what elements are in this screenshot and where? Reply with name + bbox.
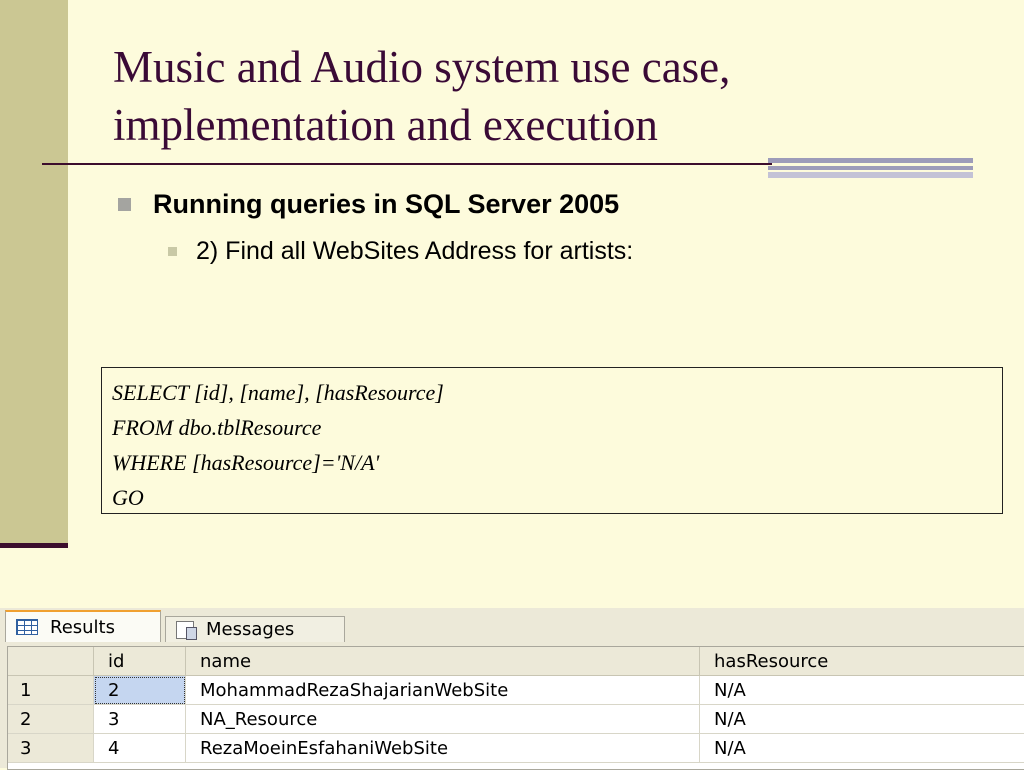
small-square-bullet-icon (168, 247, 177, 256)
left-decorative-band (0, 0, 68, 544)
sql-line: FROM dbo.tblResource (112, 415, 322, 440)
table-row[interactable]: 3 4 RezaMoeinEsfahaniWebSite N/A (8, 734, 1024, 763)
header-cell-name[interactable]: name (186, 647, 700, 676)
title-line-2: implementation and execution (113, 100, 658, 150)
row-number[interactable]: 2 (8, 705, 94, 734)
tab-messages-label: Messages (206, 619, 295, 640)
title-line-1: Music and Audio system use case, (113, 42, 731, 92)
slide-title: Music and Audio system use case, impleme… (113, 38, 993, 154)
table-row[interactable]: 2 3 NA_Resource N/A (8, 705, 1024, 734)
sql-query-box: SELECT [id], [name], [hasResource] FROM … (101, 367, 1003, 514)
tab-results-label: Results (50, 616, 115, 638)
bullet-level-1-text: Running queries in SQL Server 2005 (153, 189, 620, 219)
cell-name[interactable]: RezaMoeinEsfahaniWebSite (186, 734, 700, 763)
cell-id[interactable]: 2 (94, 676, 186, 705)
results-tabs: Results Messages (0, 608, 1024, 642)
messages-icon (176, 620, 197, 640)
title-underline (42, 163, 772, 165)
results-panel: Results Messages id name hasResource 1 2… (0, 608, 1024, 770)
row-number[interactable]: 3 (8, 734, 94, 763)
cell-name[interactable]: NA_Resource (186, 705, 700, 734)
bullet-level-1: Running queries in SQL Server 2005 (118, 189, 619, 220)
header-cell-rownum (8, 647, 94, 676)
header-cell-id[interactable]: id (94, 647, 186, 676)
tab-results[interactable]: Results (5, 610, 161, 642)
table-row[interactable]: 1 2 MohammadRezaShajarianWebSite N/A (8, 676, 1024, 705)
row-number[interactable]: 1 (8, 676, 94, 705)
cell-hasresource[interactable]: N/A (700, 734, 1024, 763)
cell-hasresource[interactable]: N/A (700, 705, 1024, 734)
title-accent-bars (768, 158, 973, 178)
results-grid[interactable]: id name hasResource 1 2 MohammadRezaShaj… (7, 646, 1024, 770)
header-cell-hasresource[interactable]: hasResource (700, 647, 1024, 676)
tab-messages[interactable]: Messages (165, 616, 345, 642)
cell-name[interactable]: MohammadRezaShajarianWebSite (186, 676, 700, 705)
cell-hasresource[interactable]: N/A (700, 676, 1024, 705)
sql-line: WHERE [hasResource]='N/A' (112, 450, 380, 475)
square-bullet-icon (118, 198, 131, 211)
grid-icon (16, 619, 38, 635)
bullet-level-2: 2) Find all WebSites Address for artists… (168, 237, 633, 266)
cell-id[interactable]: 4 (94, 734, 186, 763)
sql-line: GO (112, 485, 144, 510)
bullet-level-2-text: 2) Find all WebSites Address for artists… (196, 237, 634, 265)
cell-id[interactable]: 3 (94, 705, 186, 734)
sql-line: SELECT [id], [name], [hasResource] (112, 380, 444, 405)
grid-header-row: id name hasResource (8, 647, 1024, 676)
left-band-accent (0, 543, 68, 548)
